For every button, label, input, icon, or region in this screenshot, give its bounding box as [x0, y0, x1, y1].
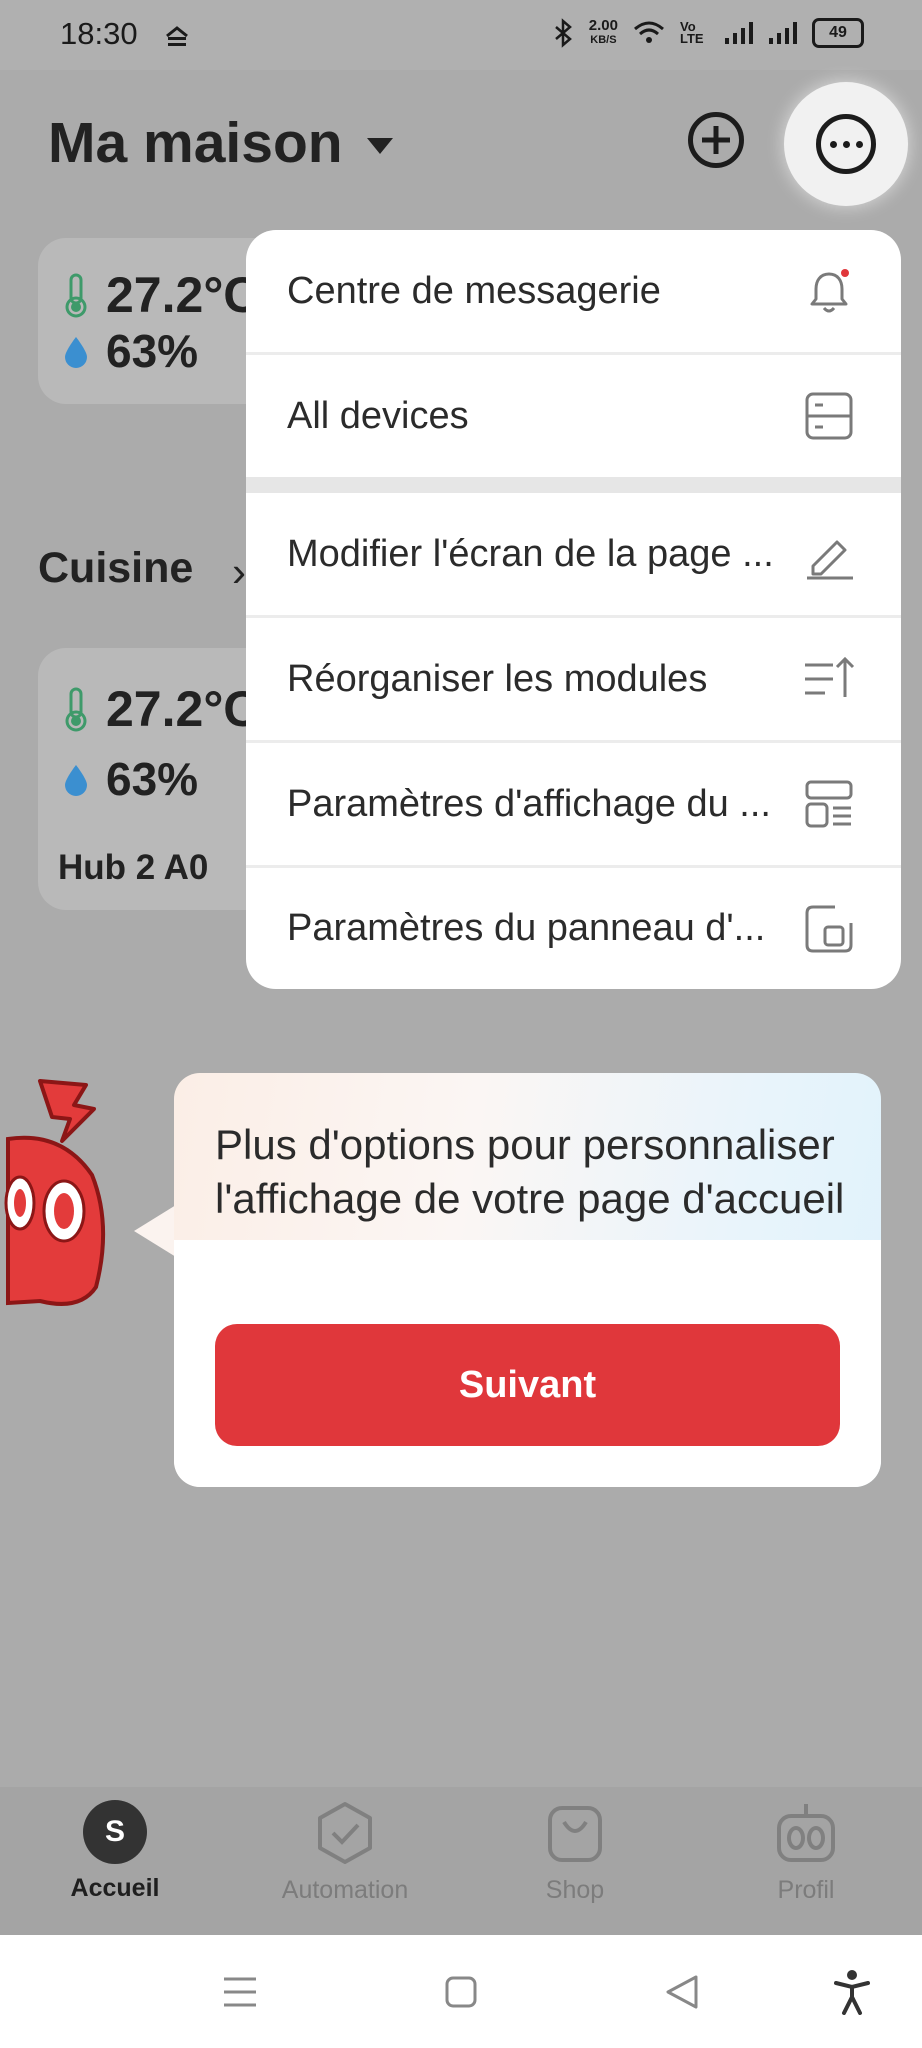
device-name: Hub 2 A0 — [58, 848, 209, 887]
home-title: Ma maison — [48, 111, 343, 175]
nav-tab-shop[interactable]: Shop — [475, 1800, 675, 1905]
signal-icon-2 — [769, 22, 797, 44]
more-options-button[interactable] — [816, 114, 876, 174]
devices-icon — [805, 392, 853, 440]
signal-icon — [725, 22, 753, 44]
nav-tab-profile[interactable]: Profil — [706, 1800, 906, 1905]
nav-tab-home[interactable]: S Accueil — [15, 1800, 215, 1903]
add-device-button[interactable] — [688, 112, 744, 168]
bell-icon — [810, 268, 849, 312]
menu-item-all-devices[interactable]: All devices — [246, 355, 901, 477]
network-speed: 2.00 KB/S — [588, 17, 618, 46]
home-selector[interactable]: Ma maison — [48, 110, 393, 176]
device-humidity: 63% — [62, 752, 198, 806]
mascot-icon — [4, 1079, 106, 1306]
tooltip-text: Plus d'options pour personnaliser l'affi… — [215, 1121, 845, 1222]
thermometer-icon — [65, 687, 87, 732]
layout-icon — [805, 780, 853, 828]
accessibility-icon[interactable] — [832, 1969, 872, 2015]
droplet-icon — [65, 337, 87, 368]
panel-icon — [805, 905, 853, 952]
menu-item-reorder-modules[interactable]: Réorganiser les modules — [246, 618, 901, 740]
summary-humidity: 63% — [62, 324, 198, 378]
status-icons: 2.00 KB/S Vo LTE 49 — [553, 18, 864, 48]
reorder-icon — [805, 656, 855, 697]
back-icon[interactable] — [664, 1973, 700, 2011]
menu-item-panel-settings[interactable]: Paramètres du panneau d'... — [246, 868, 901, 989]
menu-icon[interactable] — [222, 1975, 258, 2009]
dropdown-caret-icon — [366, 138, 393, 154]
avatar: S — [83, 1800, 147, 1864]
bluetooth-icon — [554, 18, 572, 48]
shop-icon — [548, 1806, 602, 1862]
menu-item-message-center[interactable]: Centre de messagerie — [246, 230, 901, 353]
droplet-icon — [65, 765, 87, 796]
volte-label: Vo LTE — [680, 19, 704, 46]
options-menu: Centre de messagerie All devices Modifie… — [246, 230, 901, 989]
chevron-right-icon[interactable]: › — [232, 548, 246, 596]
summary-temperature: 27.2°C — [62, 266, 259, 324]
menu-item-display-settings[interactable]: Paramètres d'affichage du ... — [246, 743, 901, 865]
device-temperature: 27.2°C — [62, 680, 259, 738]
more-dots-icon — [829, 140, 837, 148]
pencil-icon — [807, 540, 853, 580]
robot-icon — [777, 1804, 835, 1862]
battery-icon: 49 — [812, 18, 864, 48]
automation-icon — [318, 1802, 372, 1864]
status-time: 18:30 — [60, 16, 138, 51]
nav-tab-automation[interactable]: Automation — [245, 1800, 445, 1905]
next-button[interactable]: Suivant — [215, 1324, 840, 1446]
wifi-icon — [634, 21, 664, 43]
vpn-icon — [166, 26, 188, 46]
thermometer-icon — [65, 273, 87, 318]
room-title[interactable]: Cuisine — [38, 544, 193, 593]
menu-item-edit-home-screen[interactable]: Modifier l'écran de la page ... — [246, 493, 901, 615]
tooltip-pointer — [134, 1205, 176, 1257]
home-square-icon[interactable] — [444, 1975, 478, 2009]
